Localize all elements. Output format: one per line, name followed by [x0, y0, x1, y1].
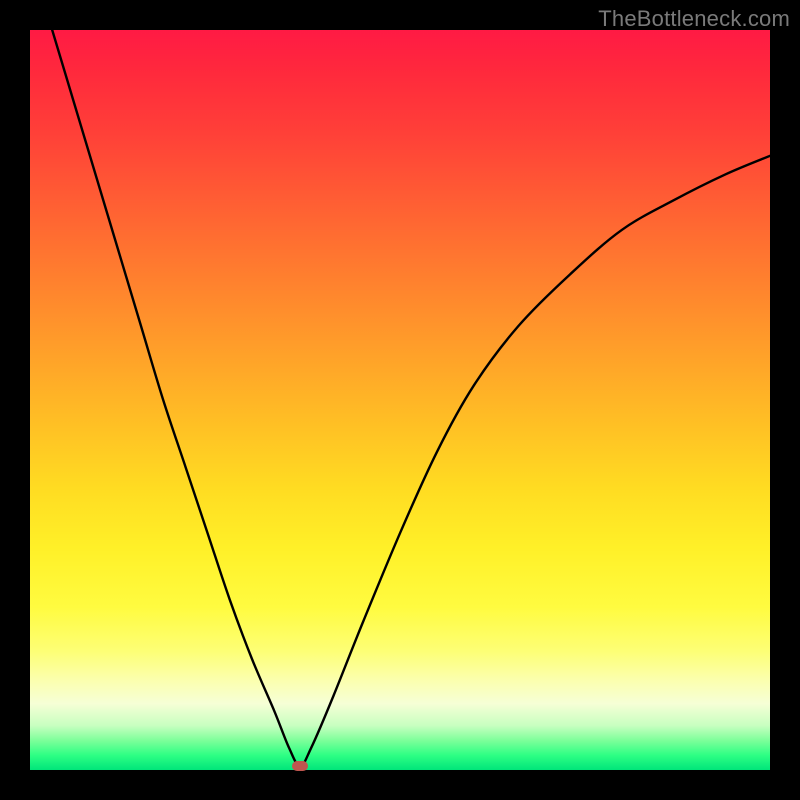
curve-svg — [30, 30, 770, 770]
watermark-text: TheBottleneck.com — [598, 6, 790, 32]
chart-frame: TheBottleneck.com — [0, 0, 800, 800]
bottleneck-curve-path — [52, 30, 770, 766]
optimal-point-marker — [292, 761, 308, 771]
plot-area — [30, 30, 770, 770]
